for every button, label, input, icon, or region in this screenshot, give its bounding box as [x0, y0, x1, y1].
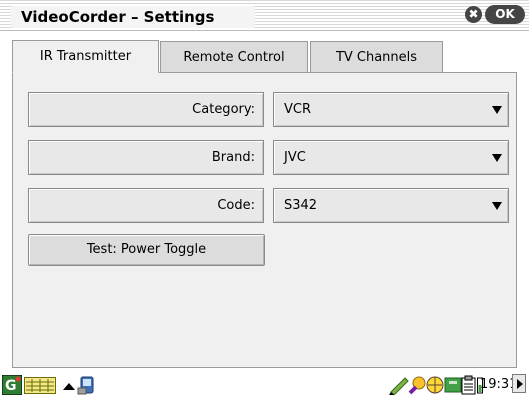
brand-value: JVC — [284, 150, 306, 165]
book-icon[interactable] — [443, 375, 463, 395]
title-bar: VideoCorder – Settings ✖ OK — [0, 0, 529, 31]
code-select[interactable]: S342 — [273, 188, 509, 223]
up-arrow-icon[interactable] — [63, 382, 75, 390]
clipboard-icon[interactable] — [461, 375, 477, 395]
pda-icon[interactable] — [77, 375, 97, 395]
brand-label: Brand: — [28, 140, 264, 175]
tab-remote-control[interactable]: Remote Control — [160, 41, 308, 73]
category-value: VCR — [284, 102, 312, 117]
dropdown-arrow-icon[interactable] — [492, 154, 502, 162]
dropdown-arrow-icon[interactable] — [492, 106, 502, 114]
tab-tv-channels[interactable]: TV Channels — [310, 41, 443, 73]
brush-icon[interactable] — [407, 375, 427, 395]
taskbar-scroll-right-button[interactable] — [512, 374, 526, 393]
brand-select[interactable]: JVC — [273, 140, 509, 175]
svg-text:G: G — [5, 378, 17, 394]
globe-icon[interactable] — [425, 375, 445, 395]
ok-button[interactable]: OK — [485, 5, 525, 24]
taskbar: G — [0, 372, 529, 398]
pen-icon[interactable] — [389, 375, 409, 395]
test-power-toggle-button[interactable]: Test: Power Toggle — [28, 234, 265, 266]
dropdown-arrow-icon[interactable] — [492, 202, 502, 210]
code-value: S342 — [284, 198, 318, 213]
tab-ir-transmitter[interactable]: IR Transmitter — [12, 40, 159, 73]
close-button[interactable]: ✖ — [465, 6, 482, 23]
keyboard-icon[interactable] — [24, 377, 56, 394]
window-title: VideoCorder – Settings — [21, 8, 215, 26]
category-select[interactable]: VCR — [273, 92, 509, 127]
start-menu-icon[interactable]: G — [2, 375, 22, 395]
category-label: Category: — [28, 92, 264, 127]
code-label: Code: — [28, 188, 264, 223]
